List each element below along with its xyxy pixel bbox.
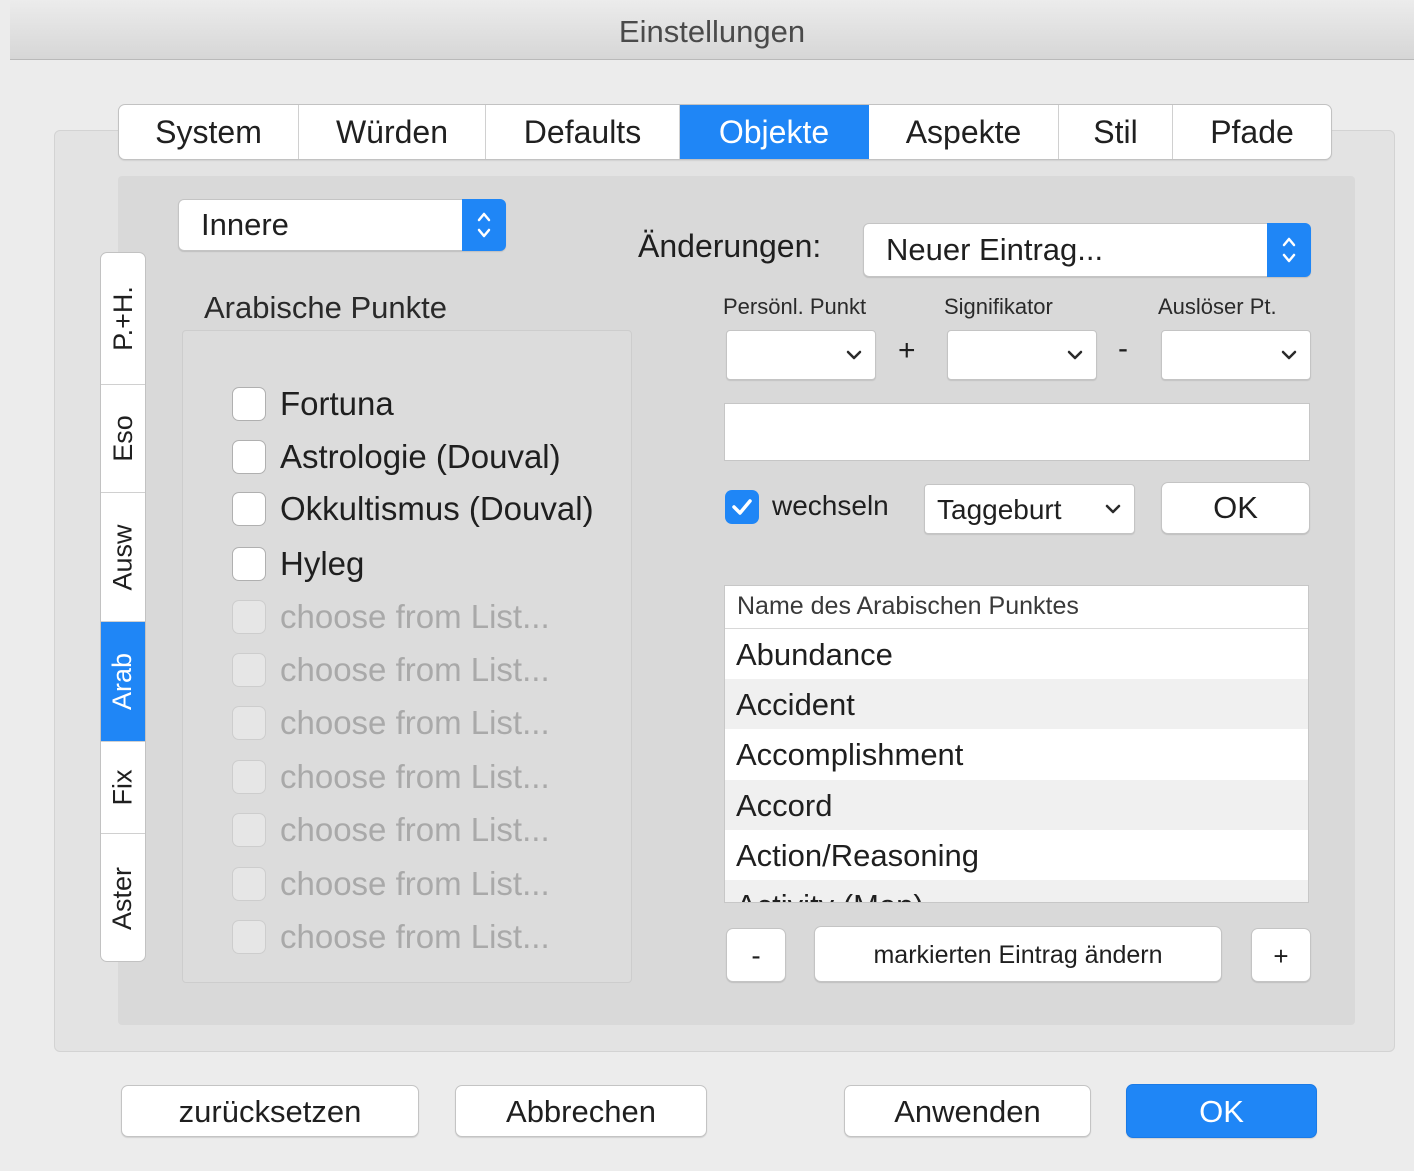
checkmark-icon	[732, 499, 752, 515]
cancel-button[interactable]: Abbrechen	[455, 1085, 707, 1137]
significator-dropdown[interactable]	[947, 330, 1097, 380]
arabic-points-section-label: Arabische Punkte	[204, 290, 447, 325]
checkbox-box	[232, 653, 266, 687]
side-tab-eso[interactable]: Eso	[101, 385, 145, 493]
checkbox-box	[232, 920, 266, 954]
minus-sign: -	[1118, 332, 1128, 365]
significator-label: Signifikator	[944, 294, 1053, 319]
checkbox-box[interactable]	[232, 492, 266, 526]
chevron-down-icon	[1067, 350, 1083, 360]
changes-label: Änderungen:	[638, 228, 822, 264]
checkbox-box[interactable]	[232, 440, 266, 474]
checkbox-box	[232, 600, 266, 634]
table-row[interactable]: Accord	[725, 780, 1308, 830]
switch-checkbox-label: wechseln	[772, 490, 889, 521]
switch-checkbox[interactable]	[725, 490, 759, 524]
edit-marked-entry-button[interactable]: markierten Eintrag ändern	[814, 926, 1222, 982]
trigger-point-dropdown[interactable]	[1161, 330, 1311, 380]
checkbox-astrologie-douval[interactable]: Astrologie (Douval)	[232, 437, 561, 477]
tab-system[interactable]: System	[119, 105, 299, 159]
tab-objekte[interactable]: Objekte	[680, 105, 869, 159]
window-titlebar: Einstellungen	[10, 0, 1414, 60]
birth-type-dropdown[interactable]: Taggeburt	[924, 484, 1135, 534]
side-tab-arab[interactable]: Arab	[101, 622, 145, 742]
tab-defaults[interactable]: Defaults	[486, 105, 680, 159]
tab-wuerden[interactable]: Würden	[299, 105, 486, 159]
plus-sign: +	[898, 334, 916, 367]
tab-stil[interactable]: Stil	[1059, 105, 1173, 159]
checkbox-okkultismus-douval[interactable]: Okkultismus (Douval)	[232, 489, 594, 529]
side-tab-fix[interactable]: Fix	[101, 742, 145, 834]
checkbox-hyleg[interactable]: Hyleg	[232, 544, 364, 584]
apply-button[interactable]: Anwenden	[844, 1085, 1091, 1137]
table-row[interactable]: Activity (Men)	[725, 880, 1308, 902]
up-down-arrows-icon	[1282, 237, 1296, 263]
side-tab-bar: P.+H. Eso Ausw Arab Fix Aster	[100, 252, 146, 962]
tab-pfade[interactable]: Pfade	[1173, 105, 1331, 159]
chevron-down-icon	[1105, 504, 1121, 514]
formula-text-field[interactable]	[724, 403, 1310, 461]
table-row[interactable]: Accomplishment	[725, 729, 1308, 779]
chevron-down-icon	[1281, 350, 1297, 360]
checkbox-box	[232, 760, 266, 794]
checkbox-box[interactable]	[232, 547, 266, 581]
up-down-arrows-icon	[477, 212, 491, 238]
tab-aspekte[interactable]: Aspekte	[869, 105, 1059, 159]
side-tab-aster[interactable]: Aster	[101, 834, 145, 961]
category-popup[interactable]: Innere	[178, 199, 506, 251]
checkbox-choose-from-list-7: choose from List...	[232, 917, 550, 957]
formula-ok-button[interactable]: OK	[1161, 482, 1310, 534]
table-column-header[interactable]: Name des Arabischen Punktes	[725, 586, 1308, 629]
side-tab-p-h[interactable]: P.+H.	[101, 253, 145, 385]
checkbox-box[interactable]	[232, 387, 266, 421]
personal-point-dropdown[interactable]	[726, 330, 876, 380]
add-entry-button[interactable]: +	[1251, 928, 1311, 982]
checkbox-choose-from-list-2: choose from List...	[232, 650, 550, 690]
ok-button[interactable]: OK	[1126, 1084, 1317, 1138]
window-title: Einstellungen	[618, 14, 806, 49]
personal-point-label: Persönl. Punkt	[723, 294, 867, 319]
arabic-points-table: Name des Arabischen Punktes Abundance Ac…	[724, 585, 1309, 903]
trigger-point-label: Auslöser Pt.	[1158, 294, 1277, 319]
checkbox-choose-from-list-5: choose from List...	[232, 810, 550, 850]
checkbox-fortuna[interactable]: Fortuna	[232, 384, 394, 424]
checkbox-choose-from-list-6: choose from List...	[232, 864, 550, 904]
checkbox-choose-from-list-1: choose from List...	[232, 597, 550, 637]
table-row[interactable]: Abundance	[725, 629, 1308, 679]
category-popup-stepper	[462, 199, 506, 251]
changes-popup-stepper	[1267, 223, 1311, 277]
remove-entry-button[interactable]: -	[726, 928, 786, 982]
checkbox-box	[232, 813, 266, 847]
checkbox-box	[232, 706, 266, 740]
changes-popup[interactable]: Neuer Eintrag...	[863, 223, 1311, 277]
table-row[interactable]: Accident	[725, 679, 1308, 729]
checkbox-box	[232, 867, 266, 901]
reset-button[interactable]: zurücksetzen	[121, 1085, 419, 1137]
table-row[interactable]: Action/Reasoning	[725, 830, 1308, 880]
top-tab-bar: System Würden Defaults Objekte Aspekte S…	[118, 104, 1332, 160]
chevron-down-icon	[846, 350, 862, 360]
checkbox-choose-from-list-3: choose from List...	[232, 703, 550, 743]
checkbox-choose-from-list-4: choose from List...	[232, 757, 550, 797]
side-tab-ausw[interactable]: Ausw	[101, 493, 145, 622]
